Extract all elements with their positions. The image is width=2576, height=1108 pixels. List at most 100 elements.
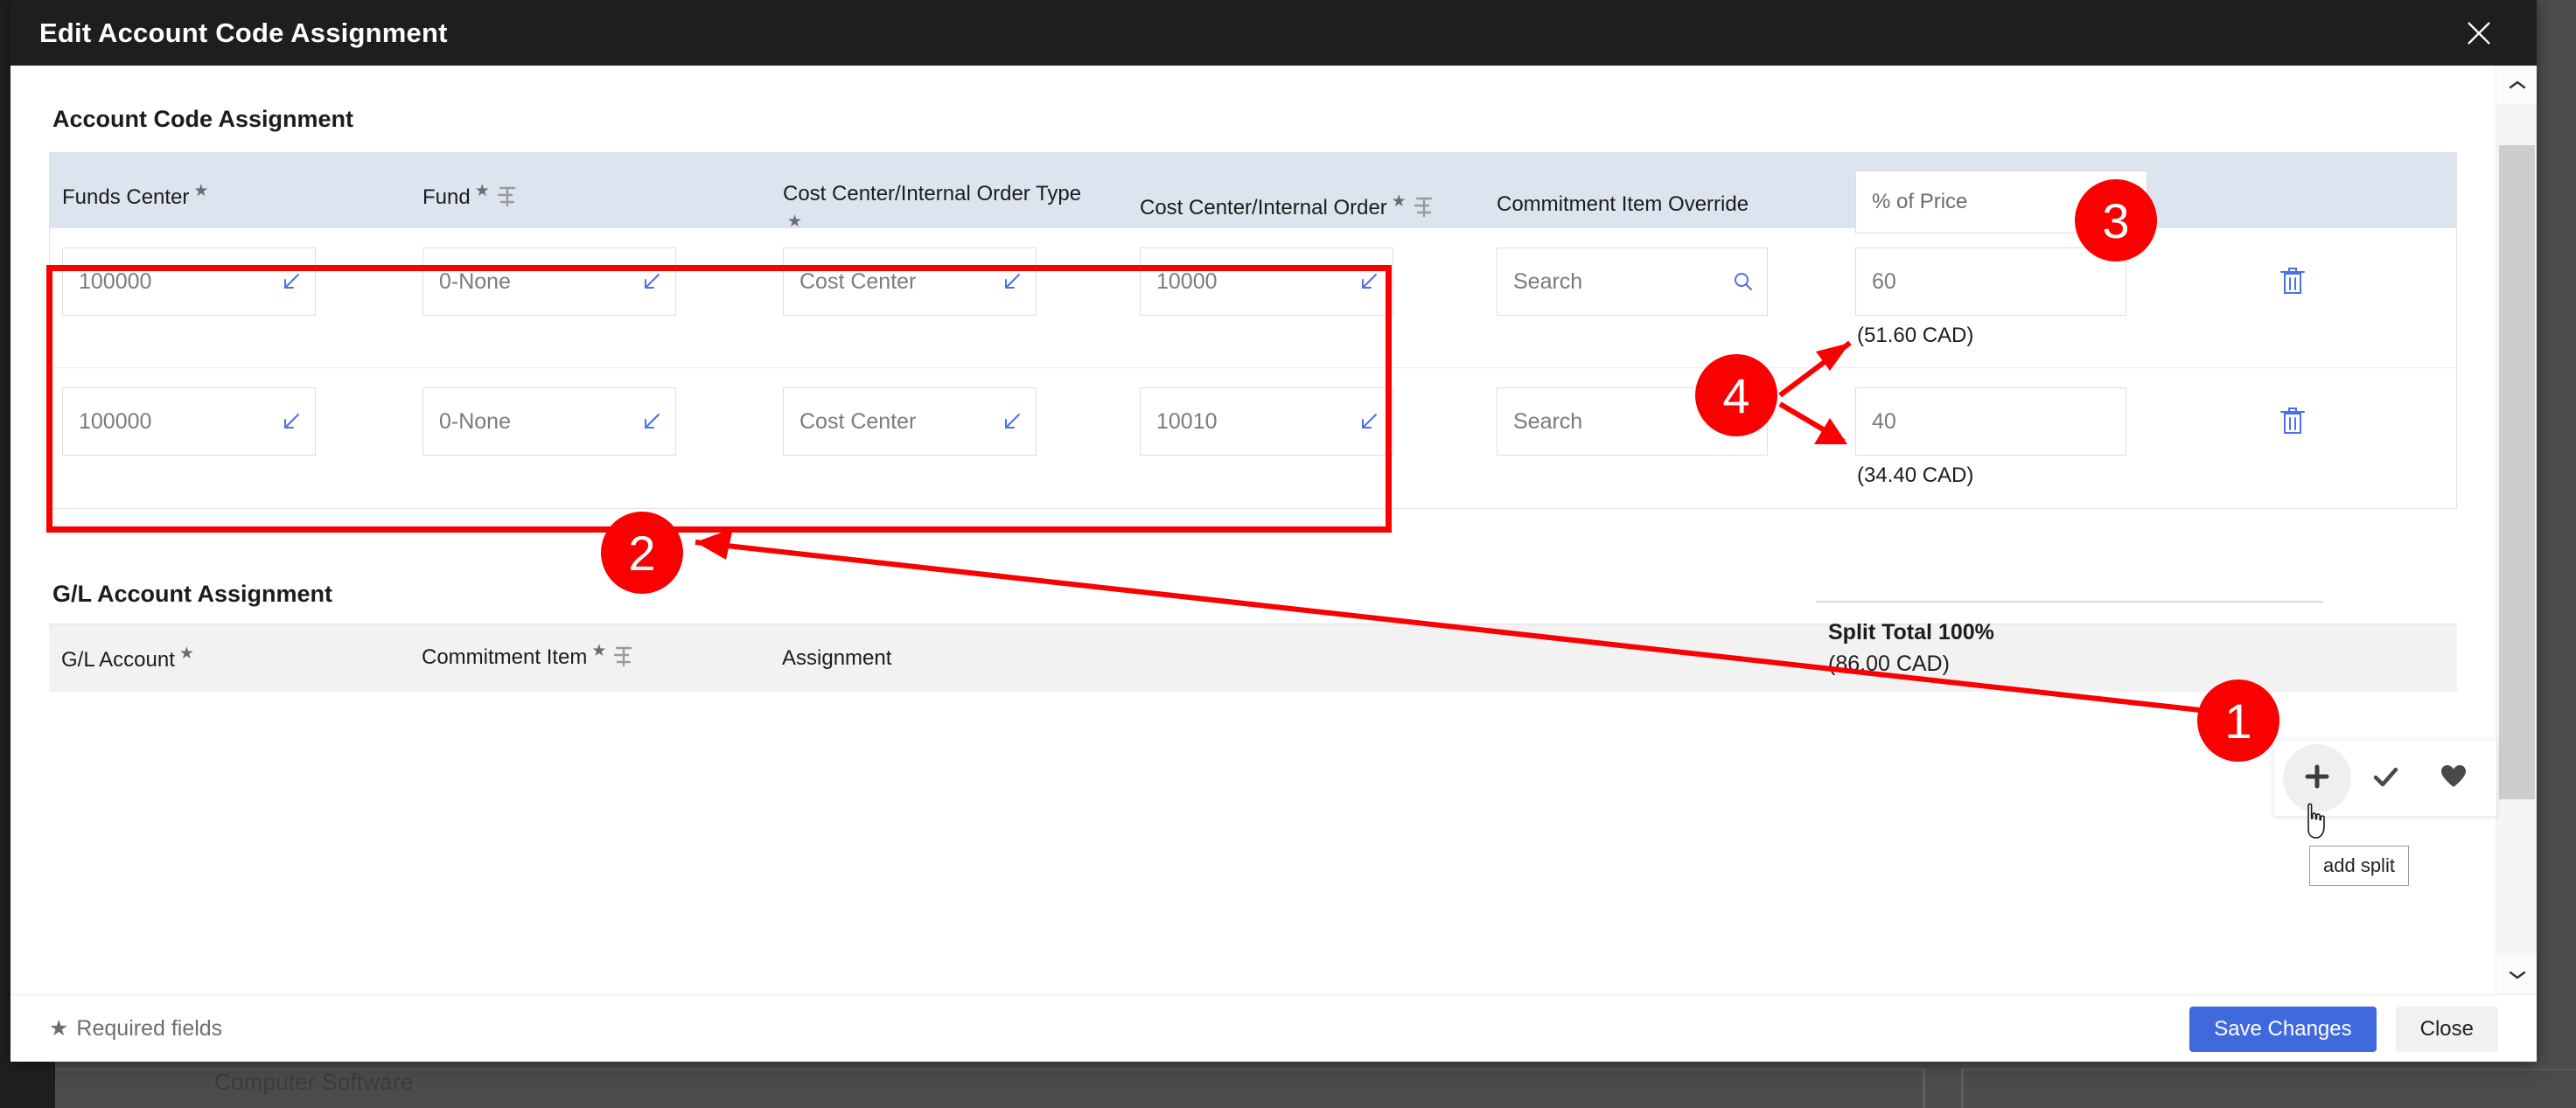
value-help-arrow-icon[interactable] bbox=[640, 410, 663, 433]
field-value: 40 bbox=[1872, 408, 1896, 434]
search-icon[interactable] bbox=[1732, 410, 1755, 433]
value-help-arrow-icon[interactable] bbox=[1001, 270, 1023, 293]
dialog-footer: ★ Required fields Save Changes Close bbox=[10, 994, 2537, 1062]
cell-cost-center-type: Cost Center bbox=[771, 387, 1127, 456]
value-help-arrow-icon[interactable] bbox=[280, 270, 303, 293]
backdrop-table-row-right bbox=[1964, 1069, 2576, 1108]
commitment-item-override-search[interactable]: Search bbox=[1497, 387, 1768, 456]
required-star-icon: ★ bbox=[787, 213, 803, 231]
cell-cost-center: 10000 bbox=[1127, 247, 1484, 316]
save-changes-button[interactable]: Save Changes bbox=[2189, 1007, 2377, 1052]
column-label: Commitment Item bbox=[422, 645, 588, 669]
split-mode-select[interactable]: % of Price ▼ bbox=[1855, 171, 2147, 233]
filter-icon[interactable] bbox=[1412, 195, 1433, 226]
account-code-table: Funds Center ★ Fund ★ Cost Center/Intern… bbox=[49, 152, 2457, 509]
chevron-down-icon[interactable] bbox=[2496, 956, 2537, 994]
column-label: Fund bbox=[422, 185, 471, 209]
column-header-commitment-item: Commitment Item ★ bbox=[409, 641, 770, 675]
account-code-table-header: Funds Center ★ Fund ★ Cost Center/Intern… bbox=[50, 153, 2456, 233]
value-help-arrow-icon[interactable] bbox=[1001, 410, 1023, 433]
value-help-arrow-icon[interactable] bbox=[280, 410, 303, 433]
scrollbar-track[interactable] bbox=[2496, 104, 2537, 956]
percent-input[interactable]: 60 bbox=[1855, 247, 2126, 316]
value-help-arrow-icon[interactable] bbox=[640, 270, 663, 293]
column-header-cost-center: Cost Center/Internal Order ★ bbox=[1127, 165, 1484, 226]
split-mode-cell: % of Price ▼ bbox=[1843, 165, 2254, 233]
dialog-body: Account Code Assignment Funds Center ★ Fu… bbox=[10, 66, 2537, 994]
field-value: 0-None bbox=[439, 408, 511, 434]
mouse-cursor bbox=[2300, 802, 2331, 840]
row-amount: (51.60 CAD) bbox=[1857, 324, 1974, 347]
required-star-icon: ★ bbox=[1391, 192, 1407, 211]
column-header-commitment-item-override: Commitment Item Override bbox=[1484, 165, 1843, 218]
cost-center-input[interactable]: 10000 bbox=[1140, 247, 1393, 316]
trash-icon[interactable] bbox=[2266, 394, 2319, 447]
dialog-content: Account Code Assignment Funds Center ★ Fu… bbox=[10, 66, 2496, 994]
field-value: Cost Center bbox=[799, 268, 917, 294]
commitment-item-override-search[interactable]: Search bbox=[1497, 247, 1768, 316]
value-help-arrow-icon[interactable] bbox=[1358, 410, 1380, 433]
filter-icon[interactable] bbox=[611, 645, 632, 675]
dialog-scrollbar[interactable] bbox=[2496, 66, 2537, 994]
edit-account-code-assignment-dialog: Edit Account Code Assignment Account Cod… bbox=[10, 0, 2537, 1062]
split-total-label: Split Total 100% bbox=[1828, 620, 1994, 645]
column-header-actions bbox=[2254, 165, 2447, 181]
funds-center-input[interactable]: 100000 bbox=[62, 387, 316, 456]
value-help-arrow-icon[interactable] bbox=[1358, 270, 1380, 293]
split-total: Split Total 100% (86.00 CAD) bbox=[1828, 620, 1994, 677]
table-row: 100000 0-None bbox=[50, 368, 2456, 508]
column-header-gl-account: G/L Account ★ bbox=[49, 644, 409, 672]
close-button[interactable]: Close bbox=[2395, 1007, 2498, 1052]
cell-funds-center: 100000 bbox=[50, 247, 410, 316]
dialog-header: Edit Account Code Assignment bbox=[10, 0, 2537, 66]
table-row: 100000 0-None bbox=[50, 228, 2456, 368]
column-label: G/L Account bbox=[61, 648, 175, 672]
favorite-split-button[interactable] bbox=[2419, 744, 2488, 812]
footer-buttons: Save Changes Close bbox=[2189, 1007, 2498, 1052]
cell-cost-center-type: Cost Center bbox=[771, 247, 1127, 316]
column-header-fund: Fund ★ bbox=[410, 165, 771, 216]
backdrop-row-label: Computer Software bbox=[214, 1069, 414, 1095]
column-label: Cost Center/Internal Order Type bbox=[783, 182, 1082, 206]
close-icon[interactable] bbox=[2437, 0, 2521, 66]
cell-fund: 0-None bbox=[410, 387, 771, 456]
chevron-down-icon: ▼ bbox=[2115, 192, 2131, 211]
cost-center-type-input[interactable]: Cost Center bbox=[783, 387, 1037, 456]
required-star-icon: ★ bbox=[193, 182, 209, 200]
cell-fund: 0-None bbox=[410, 247, 771, 316]
cell-commitment-item-override: Search bbox=[1484, 387, 1843, 456]
cost-center-input[interactable]: 10010 bbox=[1140, 387, 1393, 456]
required-star-icon: ★ bbox=[49, 1016, 69, 1041]
backdrop-divider-1 bbox=[1923, 1069, 1925, 1108]
cell-percent: 60 (51.60 CAD) bbox=[1843, 247, 2254, 348]
scrollbar-thumb[interactable] bbox=[2499, 145, 2535, 799]
required-fields-label: Required fields bbox=[76, 1016, 223, 1041]
split-total-separator bbox=[1816, 601, 2323, 603]
percent-input[interactable]: 40 bbox=[1855, 387, 2126, 456]
search-icon[interactable] bbox=[1732, 270, 1755, 293]
cell-commitment-item-override: Search bbox=[1484, 247, 1843, 316]
account-code-section-title: Account Code Assignment bbox=[52, 106, 354, 132]
heart-icon bbox=[2440, 763, 2468, 795]
column-header-funds-center: Funds Center ★ bbox=[50, 165, 410, 211]
trash-icon[interactable] bbox=[2266, 254, 2319, 307]
required-star-icon: ★ bbox=[474, 182, 490, 200]
backdrop-divider-2 bbox=[1961, 1069, 1964, 1108]
funds-center-input[interactable]: 100000 bbox=[62, 247, 316, 316]
column-header-cost-center-type: Cost Center/Internal Order Type ★ bbox=[771, 165, 1127, 233]
filter-icon[interactable] bbox=[495, 185, 516, 216]
fund-input[interactable]: 0-None bbox=[422, 247, 676, 316]
cell-cost-center: 10010 bbox=[1127, 387, 1484, 456]
fund-input[interactable]: 0-None bbox=[422, 387, 676, 456]
split-total-amount: (86.00 CAD) bbox=[1828, 652, 1950, 676]
cost-center-type-input[interactable]: Cost Center bbox=[783, 247, 1037, 316]
confirm-split-button[interactable] bbox=[2351, 744, 2419, 812]
field-value: 10010 bbox=[1156, 408, 1218, 434]
field-value: 0-None bbox=[439, 268, 511, 294]
field-value: 10000 bbox=[1156, 268, 1218, 294]
required-star-icon: ★ bbox=[591, 642, 607, 660]
search-placeholder: Search bbox=[1513, 268, 1583, 294]
cell-actions bbox=[2254, 247, 2447, 307]
cell-funds-center: 100000 bbox=[50, 387, 410, 456]
chevron-up-icon[interactable] bbox=[2496, 66, 2537, 104]
